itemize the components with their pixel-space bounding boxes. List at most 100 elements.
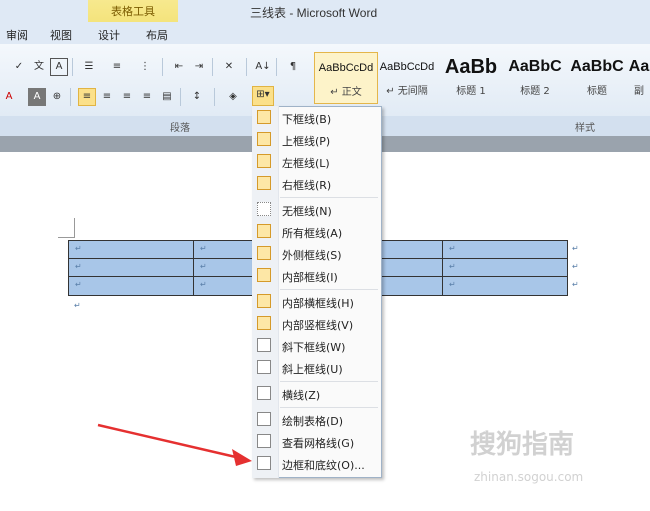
align-center-icon[interactable]: ≡: [98, 88, 116, 106]
menu-item-borders-and-shading[interactable]: 边框和底纹(O)...: [253, 454, 379, 475]
menu-item-inside-borders[interactable]: 内部框线(I): [253, 266, 379, 287]
table-cell[interactable]: ↵: [68, 276, 194, 296]
style-name: 标题: [587, 86, 607, 97]
sort-icon[interactable]: A↓: [254, 58, 272, 76]
inside-borders-icon: [257, 268, 271, 282]
left-border-icon: [257, 154, 271, 168]
style-name: 标题 2: [520, 86, 550, 97]
style-preview: Aa: [628, 58, 650, 75]
distributed-icon[interactable]: ▤: [158, 88, 176, 106]
style-no-spacing[interactable]: AaBbCcDd ↵ 无间隔: [376, 52, 438, 102]
divider: [276, 58, 277, 76]
menu-separator: [280, 197, 378, 198]
right-border-icon: [257, 176, 271, 190]
align-left-icon[interactable]: ≡: [78, 88, 96, 106]
multilevel-list-icon[interactable]: ⋮: [136, 58, 154, 76]
asian-layout-icon[interactable]: ✕: [220, 58, 238, 76]
numbering-icon[interactable]: ≡: [108, 58, 126, 76]
decrease-indent-icon[interactable]: ⇤: [170, 58, 188, 76]
menu-item-diagonal-up[interactable]: 斜上框线(U): [253, 358, 379, 379]
table-cell[interactable]: ↵: [442, 240, 568, 259]
style-name: 标题 1: [456, 86, 486, 97]
paragraph-mark: ↵: [74, 301, 81, 310]
draw-table-icon: [257, 412, 271, 426]
char-border-icon[interactable]: A: [50, 58, 68, 76]
outside-borders-icon: [257, 246, 271, 260]
style-preview: AaBbC: [570, 58, 624, 75]
style-name: ↵ 正文: [330, 87, 362, 98]
style-heading-1[interactable]: AaBb 标题 1: [440, 52, 502, 102]
margin-mark: [58, 237, 74, 238]
watermark-logo: 搜狗指南: [470, 430, 575, 460]
show-marks-icon[interactable]: ¶: [284, 58, 302, 76]
divider: [72, 58, 73, 76]
borders-shading-icon: [257, 456, 271, 470]
menu-item-bottom-border[interactable]: 下框线(B): [253, 108, 379, 129]
divider: [70, 88, 71, 106]
menu-item-diagonal-down[interactable]: 斜下框线(W): [253, 336, 379, 357]
enclose-char-icon[interactable]: ⊕: [48, 88, 66, 106]
window-title: 三线表 - Microsoft Word: [250, 6, 378, 20]
style-subtitle[interactable]: Aa 副: [628, 52, 650, 102]
tab-layout[interactable]: 布局: [146, 27, 168, 43]
row-end-mark: ↵: [572, 244, 579, 253]
char-shading-icon[interactable]: A: [28, 88, 46, 106]
table-cell[interactable]: ↵: [68, 258, 194, 277]
style-preview: AaBb: [444, 56, 498, 78]
justify-icon[interactable]: ≡: [138, 88, 156, 106]
divider: [214, 88, 215, 106]
inside-horizontal-border-icon: [257, 294, 271, 308]
menu-item-draw-table[interactable]: 绘制表格(D): [253, 410, 379, 431]
menu-item-view-gridlines[interactable]: 查看网格线(G): [253, 432, 379, 453]
watermark-url: zhinan.sogou.com: [474, 470, 584, 484]
menu-item-outside-borders[interactable]: 外侧框线(S): [253, 244, 379, 265]
divider: [180, 88, 181, 106]
style-preview: AaBbC: [508, 58, 562, 75]
menu-item-inside-vertical[interactable]: 内部竖框线(V): [253, 314, 379, 335]
divider: [162, 58, 163, 76]
inside-vertical-border-icon: [257, 316, 271, 330]
menu-item-inside-horizontal[interactable]: 内部横框线(H): [253, 292, 379, 313]
style-title[interactable]: AaBbC 标题: [566, 52, 628, 102]
align-right-icon[interactable]: ≡: [118, 88, 136, 106]
menu-item-no-border[interactable]: 无框线(N): [253, 200, 379, 221]
bottom-border-icon: [257, 110, 271, 124]
tab-review[interactable]: 审阅: [6, 27, 28, 43]
menu-item-top-border[interactable]: 上框线(P): [253, 130, 379, 151]
line-spacing-icon[interactable]: ↕: [188, 88, 206, 106]
no-border-icon: [257, 202, 271, 216]
row-end-mark: ↵: [572, 280, 579, 289]
style-preview: AaBbCcDd: [379, 61, 435, 73]
gridlines-icon: [257, 434, 271, 448]
menu-item-right-border[interactable]: 右框线(R): [253, 174, 379, 195]
increase-indent-icon[interactable]: ⇥: [190, 58, 208, 76]
menu-separator: [280, 289, 378, 290]
menu-item-left-border[interactable]: 左框线(L): [253, 152, 379, 173]
table-cell[interactable]: ↵: [68, 240, 194, 259]
divider: [212, 58, 213, 76]
horizontal-line-icon: [257, 386, 271, 400]
group-label-styles: 样式: [575, 123, 595, 134]
margin-mark: [74, 218, 75, 238]
phonetic-icon[interactable]: 文: [30, 58, 48, 76]
shading-icon[interactable]: ◈: [224, 88, 242, 106]
all-borders-icon: [257, 224, 271, 238]
tab-view[interactable]: 视图: [50, 27, 72, 43]
menu-item-all-borders[interactable]: 所有框线(A): [253, 222, 379, 243]
style-heading-2[interactable]: AaBbC 标题 2: [504, 52, 566, 102]
style-name: 副: [634, 86, 644, 97]
font-color-icon[interactable]: A: [0, 88, 18, 106]
top-border-icon: [257, 132, 271, 146]
tab-design[interactable]: 设计: [98, 27, 120, 43]
bullets-icon[interactable]: ☰: [80, 58, 98, 76]
style-normal[interactable]: AaBbCcDd ↵ 正文: [314, 52, 378, 104]
row-end-mark: ↵: [572, 262, 579, 271]
menu-separator: [280, 381, 378, 382]
menu-separator: [280, 407, 378, 408]
menu-item-horizontal-line[interactable]: 横线(Z): [253, 384, 379, 405]
borders-dropdown-button[interactable]: ⊞▾: [252, 86, 274, 106]
table-cell[interactable]: ↵: [442, 258, 568, 277]
style-name: ↵ 无间隔: [386, 86, 428, 97]
spell-icon[interactable]: ✓: [10, 58, 28, 76]
table-cell[interactable]: ↵: [442, 276, 568, 296]
